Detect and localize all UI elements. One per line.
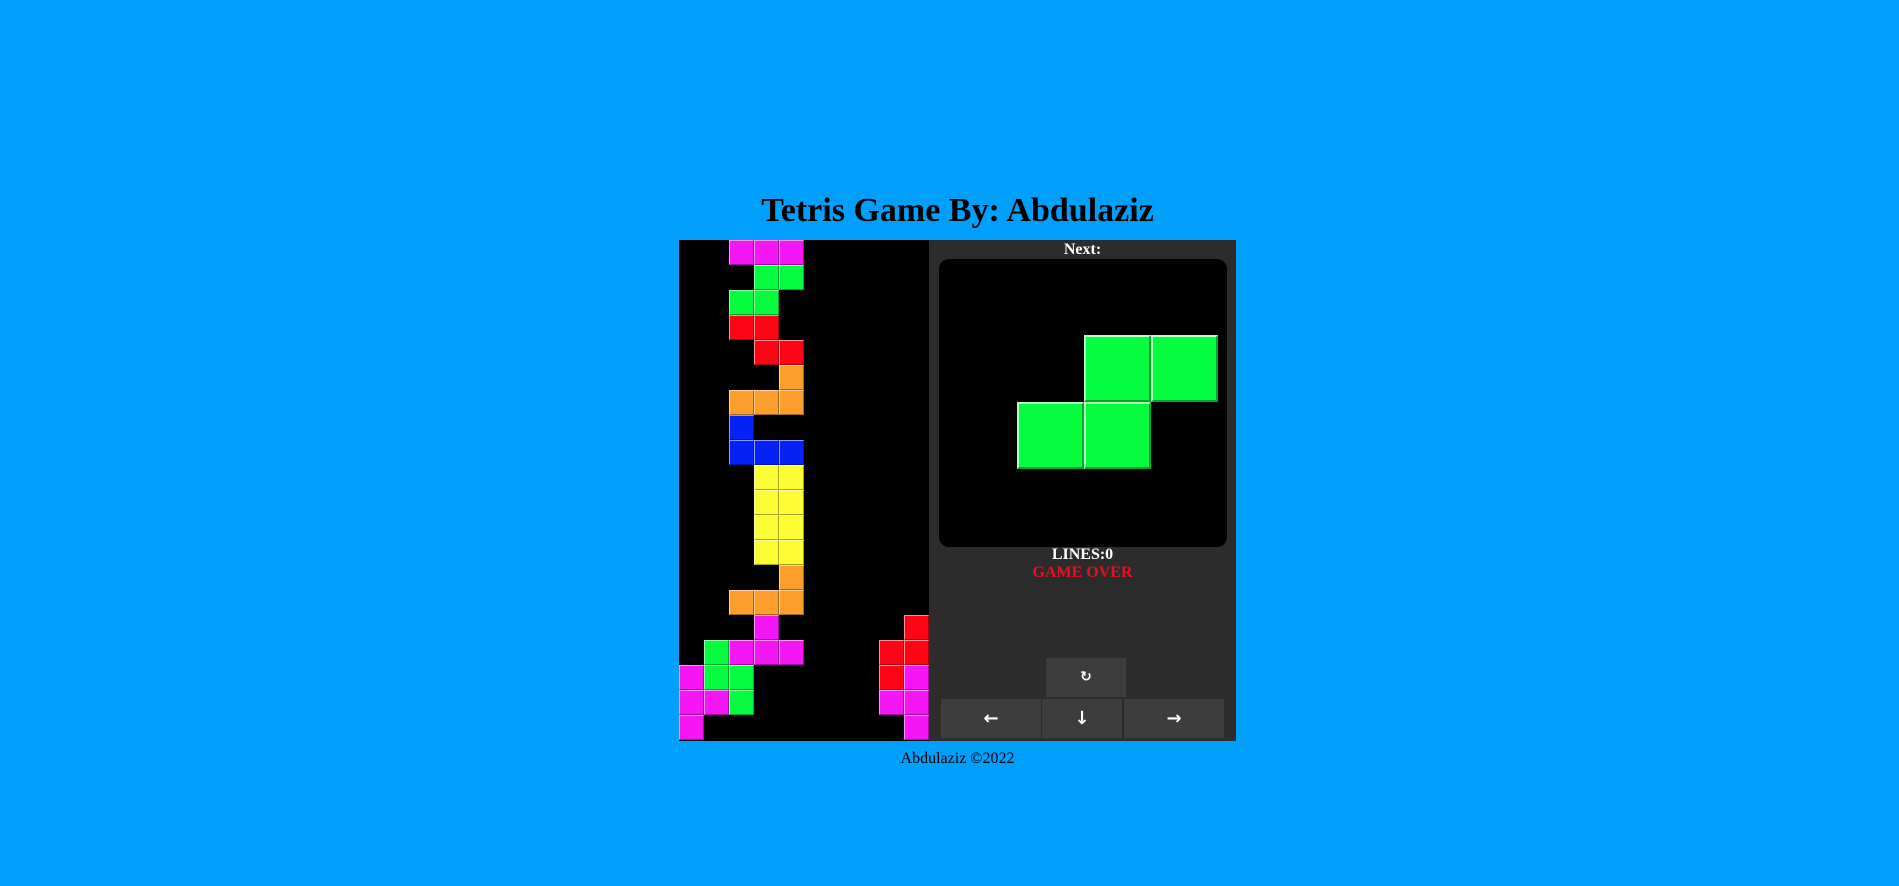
page-title: Tetris Game By: Abdulaziz <box>761 192 1154 229</box>
board-block-yellow <box>754 490 779 515</box>
game-over-status: GAME OVER <box>1032 564 1133 581</box>
board-block-orange <box>729 390 754 415</box>
next-piece-preview <box>939 259 1227 547</box>
move-right-button[interactable]: → <box>1124 699 1224 738</box>
board-block-red <box>904 640 929 665</box>
lines-counter: LINES:0 <box>1051 546 1114 563</box>
board-block-orange <box>779 565 804 590</box>
board-block-red <box>779 340 804 365</box>
board-block-magenta <box>779 640 804 665</box>
board-block-magenta <box>754 615 779 640</box>
board-block-magenta <box>879 690 904 715</box>
board-block-red <box>904 615 929 640</box>
next-piece-block <box>1017 402 1084 469</box>
board-block-green <box>754 265 779 290</box>
game-board[interactable] <box>679 240 929 741</box>
next-piece-block <box>1084 402 1151 469</box>
board-block-magenta <box>904 715 929 740</box>
board-block-magenta <box>679 690 704 715</box>
board-block-yellow <box>779 540 804 565</box>
board-block-green <box>729 690 754 715</box>
board-block-magenta <box>779 240 804 265</box>
board-block-magenta <box>729 640 754 665</box>
board-block-green <box>779 265 804 290</box>
board-block-magenta <box>754 240 779 265</box>
rotate-button[interactable]: ↻ <box>1046 658 1126 697</box>
board-block-magenta <box>904 665 929 690</box>
board-block-yellow <box>754 465 779 490</box>
next-piece-block <box>1084 335 1151 402</box>
board-block-blue <box>729 415 754 440</box>
board-block-red <box>879 665 904 690</box>
board-block-orange <box>779 365 804 390</box>
board-block-orange <box>754 390 779 415</box>
board-block-magenta <box>729 240 754 265</box>
board-block-magenta <box>704 690 729 715</box>
next-piece-block <box>1151 335 1218 402</box>
board-block-magenta <box>679 715 704 740</box>
board-block-green <box>754 290 779 315</box>
board-block-blue <box>754 440 779 465</box>
footer-copyright: Abdulaziz ©2022 <box>900 750 1015 767</box>
board-block-orange <box>754 590 779 615</box>
board-block-green <box>704 640 729 665</box>
board-block-magenta <box>679 665 704 690</box>
board-block-orange <box>779 590 804 615</box>
board-block-magenta <box>904 690 929 715</box>
board-block-green <box>729 665 754 690</box>
board-block-red <box>729 315 754 340</box>
board-block-orange <box>729 590 754 615</box>
board-block-green <box>729 290 754 315</box>
move-left-button[interactable]: ← <box>941 699 1041 738</box>
board-block-blue <box>779 440 804 465</box>
board-block-blue <box>729 440 754 465</box>
board-block-red <box>754 340 779 365</box>
page: Tetris Game By: Abdulaziz Next: LINES:0 … <box>0 0 1899 886</box>
side-panel: Next: LINES:0 GAME OVER ↻ ← ↓ → <box>929 240 1236 741</box>
next-label: Next: <box>1063 241 1102 258</box>
board-block-green <box>704 665 729 690</box>
board-block-orange <box>779 390 804 415</box>
board-block-yellow <box>779 490 804 515</box>
board-block-red <box>879 640 904 665</box>
board-block-red <box>754 315 779 340</box>
board-block-yellow <box>779 515 804 540</box>
game-container: Next: LINES:0 GAME OVER ↻ ← ↓ → <box>679 240 1236 741</box>
move-down-button[interactable]: ↓ <box>1042 699 1122 738</box>
board-block-yellow <box>754 540 779 565</box>
board-block-yellow <box>754 515 779 540</box>
board-block-yellow <box>779 465 804 490</box>
board-block-magenta <box>754 640 779 665</box>
